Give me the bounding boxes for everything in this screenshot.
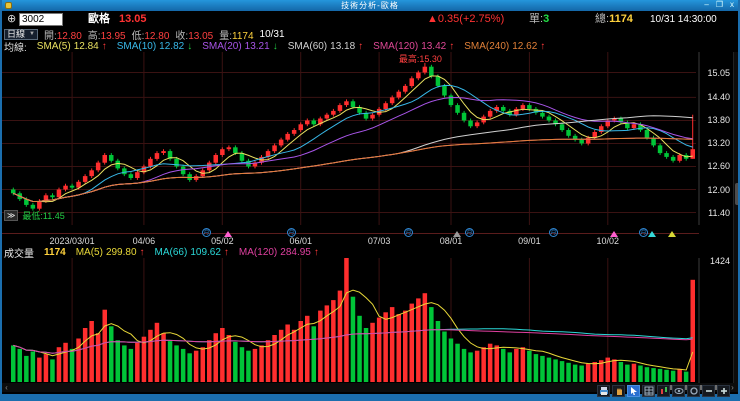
grid-button[interactable] <box>642 385 655 397</box>
volume-axis-max: 1424 <box>709 256 730 266</box>
highest-price-annotation: 最高:15.30 <box>398 53 442 64</box>
cursor-button[interactable] <box>627 385 640 397</box>
price-change: ▲0.35(+2.75%) <box>427 13 505 25</box>
volume-ma5-legend: MA(5) 299.80 ↑ <box>75 246 145 258</box>
quote-datetime: 10/31 14:30:00 <box>650 14 717 25</box>
candlestick-svg <box>2 52 700 225</box>
price-tick: 14.40 <box>707 92 730 103</box>
last-price: 13.05 <box>119 13 147 25</box>
ohlc-row: 日線 ▼ 開:12.80 高:13.95 低:12.80 收:13.05 量:11… <box>2 28 738 42</box>
vertical-scrollbar[interactable] <box>733 52 738 383</box>
sma240-legend: SMA(240) 12.62 ↑ <box>464 40 546 52</box>
volume-ma66-legend: MA(66) 109.62 ↑ <box>154 246 229 258</box>
chart-type-button[interactable] <box>657 385 670 397</box>
price-tick: 13.20 <box>707 138 730 149</box>
sma-legend-row: 均線: SMA(5) 12.84 ↑ SMA(10) 12.82 ↓ SMA(20) 13… <box>2 40 738 54</box>
chevron-down-icon: ▼ <box>29 30 35 37</box>
total-volume: 總:1174 <box>595 13 633 25</box>
quote-bar: ⊕ 歐格 13.05 ▲0.35(+2.75%) 單:3 總:1174 10/3… <box>2 11 738 28</box>
volume-chart[interactable]: 1424 <box>2 256 738 383</box>
date-tick: 09/01 <box>518 236 541 246</box>
chart-toolbar <box>597 385 730 397</box>
minimize-button[interactable]: – <box>704 0 708 11</box>
volume-header: 成交量 1174 MA(5) 299.80 ↑ MA(66) 109.62 ↑ MA(1… <box>2 246 738 260</box>
date-tick: 07/03 <box>367 236 391 246</box>
sma60-legend: SMA(60) 13.18 ↑ <box>287 40 364 52</box>
symbol-search-icon[interactable]: ⊕ <box>7 13 16 26</box>
window-title: 技術分析-歐格 <box>341 1 399 10</box>
stock-name: 歐格 <box>88 13 110 25</box>
month-event-icon: 月 <box>404 228 413 237</box>
date-tick: 2023/03/01 <box>49 236 95 246</box>
expand-button[interactable]: ≫ <box>4 210 19 221</box>
date-tick: 08/01 <box>439 236 463 246</box>
print-button[interactable] <box>597 385 610 397</box>
event-triangle-icon <box>648 231 656 237</box>
restore-button[interactable]: ❐ <box>716 0 723 11</box>
single-volume: 單:3 <box>529 13 550 25</box>
zoom-in-button[interactable] <box>717 385 730 397</box>
stock-code-input[interactable] <box>19 13 63 26</box>
price-tick: 13.80 <box>707 115 730 126</box>
pan-hand-button[interactable] <box>612 385 625 397</box>
month-event-icon: 月 <box>549 228 558 237</box>
price-tick: 12.60 <box>707 161 730 172</box>
candlestick-chart[interactable]: 最高:15.30 ≫ 最低:11.45 15.05 14.40 13.80 13.20… <box>2 52 738 225</box>
sma5-legend: SMA(5) 12.84 ↑ <box>36 40 107 52</box>
date-tick: 04/06 <box>132 236 156 246</box>
date-tick: 05/02 <box>211 236 234 246</box>
title-bar: 技術分析-歐格 – ❐ x <box>2 0 738 11</box>
vertical-scrollbar-thumb[interactable] <box>735 183 738 205</box>
sma120-legend: SMA(120) 13.42 ↑ <box>373 40 455 52</box>
ohlc-date: 10/31 <box>259 28 285 40</box>
zoom-reset-button[interactable] <box>687 385 700 397</box>
eye-button[interactable] <box>672 385 685 397</box>
app-window: 技術分析-歐格 – ❐ x ⊕ 歐格 13.05 ▲0.35(+2.75%) 單… <box>0 0 740 401</box>
lowest-price-annotation: 最低:11.45 <box>22 211 65 221</box>
month-event-icon: 月 <box>639 228 648 237</box>
month-event-icon: 月 <box>465 228 474 237</box>
axis-line <box>2 233 699 234</box>
sma10-legend: SMA(10) 12.82 ↓ <box>116 40 193 52</box>
volume-svg <box>11 258 700 383</box>
sma20-legend: SMA(20) 13.21 ↓ <box>202 40 278 52</box>
date-tick: 10/02 <box>596 236 620 246</box>
event-triangle-icon <box>668 231 676 237</box>
volume-total: 1174 <box>44 246 66 258</box>
price-tick: 11.40 <box>708 207 730 218</box>
date-axis: 月月月月月月 2023/03/01 04/06 05/02 06/01 07/03 08/… <box>2 225 738 246</box>
scroll-left-arrow[interactable]: ‹ <box>2 383 11 392</box>
zoom-out-button[interactable] <box>702 385 715 397</box>
date-tick: 06/01 <box>289 236 312 246</box>
month-event-icon: 月 <box>202 228 211 237</box>
price-tick: 12.00 <box>707 184 730 195</box>
volume-ma120-legend: MA(120) 284.95 ↑ <box>238 246 319 258</box>
close-button[interactable]: x <box>730 0 734 11</box>
price-tick: 15.05 <box>707 67 730 78</box>
